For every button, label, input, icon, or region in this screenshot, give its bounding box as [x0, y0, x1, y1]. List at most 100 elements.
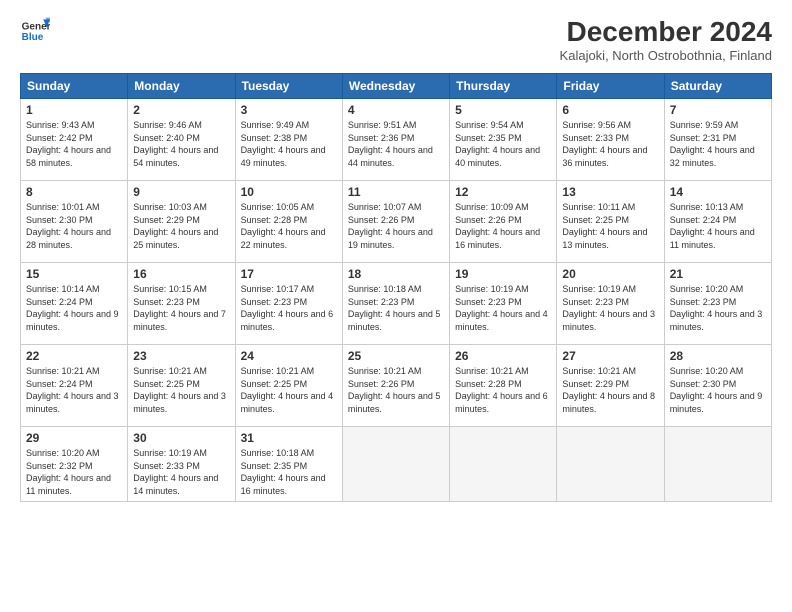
day-number: 22 [26, 349, 122, 363]
calendar-cell: 28 Sunrise: 10:20 AMSunset: 2:30 PMDaylig… [664, 345, 771, 427]
calendar-cell: 4 Sunrise: 9:51 AMSunset: 2:36 PMDaylight… [342, 99, 449, 181]
cell-details: Sunrise: 10:15 AMSunset: 2:23 PMDaylight… [133, 283, 229, 333]
day-number: 17 [241, 267, 337, 281]
cell-details: Sunrise: 10:18 AMSunset: 2:35 PMDaylight… [241, 447, 337, 497]
calendar-cell: 1Sunrise: 9:43 AMSunset: 2:42 PMDaylight… [21, 99, 128, 181]
calendar-week-row: 1Sunrise: 9:43 AMSunset: 2:42 PMDaylight… [21, 99, 772, 181]
cell-details: Sunrise: 10:14 AMSunset: 2:24 PMDaylight… [26, 283, 122, 333]
day-number: 18 [348, 267, 444, 281]
day-number: 5 [455, 103, 551, 117]
day-number: 20 [562, 267, 658, 281]
day-number: 4 [348, 103, 444, 117]
cell-details: Sunrise: 10:19 AMSunset: 2:23 PMDaylight… [562, 283, 658, 333]
title-block: December 2024 Kalajoki, North Ostrobothn… [560, 16, 772, 63]
calendar-cell: 18 Sunrise: 10:18 AMSunset: 2:23 PMDaylig… [342, 263, 449, 345]
logo-icon: General Blue [20, 16, 50, 46]
cell-details: Sunrise: 10:03 AMSunset: 2:29 PMDaylight… [133, 201, 229, 251]
logo: General Blue [20, 16, 50, 46]
cell-details: Sunrise: 9:46 AMSunset: 2:40 PMDaylight:… [133, 119, 229, 169]
day-number: 6 [562, 103, 658, 117]
cell-details: Sunrise: 9:56 AMSunset: 2:33 PMDaylight:… [562, 119, 658, 169]
day-number: 8 [26, 185, 122, 199]
day-number: 28 [670, 349, 766, 363]
calendar-cell: 6 Sunrise: 9:56 AMSunset: 2:33 PMDaylight… [557, 99, 664, 181]
calendar-cell: 14 Sunrise: 10:13 AMSunset: 2:24 PMDaylig… [664, 181, 771, 263]
calendar-cell [664, 427, 771, 502]
calendar-cell: 26Sunrise: 10:21 AMSunset: 2:28 PMDaylig… [450, 345, 557, 427]
cell-details: Sunrise: 10:17 AMSunset: 2:23 PMDaylight… [241, 283, 337, 333]
calendar-day-header: Friday [557, 74, 664, 99]
cell-details: Sunrise: 10:21 AMSunset: 2:29 PMDaylight… [562, 365, 658, 415]
cell-details: Sunrise: 10:21 AMSunset: 2:25 PMDaylight… [241, 365, 337, 415]
calendar-cell: 11 Sunrise: 10:07 AMSunset: 2:26 PMDaylig… [342, 181, 449, 263]
calendar-cell: 17 Sunrise: 10:17 AMSunset: 2:23 PMDaylig… [235, 263, 342, 345]
calendar-week-row: 29 Sunrise: 10:20 AMSunset: 2:32 PMDaylig… [21, 427, 772, 502]
calendar-cell: 9 Sunrise: 10:03 AMSunset: 2:29 PMDayligh… [128, 181, 235, 263]
header: General Blue December 2024 Kalajoki, Nor… [20, 16, 772, 63]
cell-details: Sunrise: 10:20 AMSunset: 2:30 PMDaylight… [670, 365, 766, 415]
calendar-cell: 25 Sunrise: 10:21 AMSunset: 2:26 PMDaylig… [342, 345, 449, 427]
day-number: 30 [133, 431, 229, 445]
day-number: 10 [241, 185, 337, 199]
day-number: 19 [455, 267, 551, 281]
calendar-cell: 22 Sunrise: 10:21 AMSunset: 2:24 PMDaylig… [21, 345, 128, 427]
calendar-cell: 29 Sunrise: 10:20 AMSunset: 2:32 PMDaylig… [21, 427, 128, 502]
cell-details: Sunrise: 10:05 AMSunset: 2:28 PMDaylight… [241, 201, 337, 251]
day-number: 27 [562, 349, 658, 363]
cell-details: Sunrise: 10:18 AMSunset: 2:23 PMDaylight… [348, 283, 444, 333]
cell-details: Sunrise: 10:20 AMSunset: 2:32 PMDaylight… [26, 447, 122, 497]
calendar-cell: 27 Sunrise: 10:21 AMSunset: 2:29 PMDaylig… [557, 345, 664, 427]
day-number: 9 [133, 185, 229, 199]
calendar-cell [557, 427, 664, 502]
calendar-cell: 20 Sunrise: 10:19 AMSunset: 2:23 PMDaylig… [557, 263, 664, 345]
calendar-cell: 13Sunrise: 10:11 AMSunset: 2:25 PMDaylig… [557, 181, 664, 263]
day-number: 13 [562, 185, 658, 199]
calendar-header-row: SundayMondayTuesdayWednesdayThursdayFrid… [21, 74, 772, 99]
day-number: 26 [455, 349, 551, 363]
day-number: 2 [133, 103, 229, 117]
calendar-cell: 5 Sunrise: 9:54 AMSunset: 2:35 PMDaylight… [450, 99, 557, 181]
calendar-cell: 8 Sunrise: 10:01 AMSunset: 2:30 PMDayligh… [21, 181, 128, 263]
calendar-day-header: Tuesday [235, 74, 342, 99]
day-number: 1 [26, 103, 122, 117]
cell-details: Sunrise: 10:07 AMSunset: 2:26 PMDaylight… [348, 201, 444, 251]
cell-details: Sunrise: 10:01 AMSunset: 2:30 PMDaylight… [26, 201, 122, 251]
day-number: 29 [26, 431, 122, 445]
cell-details: Sunrise: 9:59 AMSunset: 2:31 PMDaylight:… [670, 119, 766, 169]
calendar-week-row: 8 Sunrise: 10:01 AMSunset: 2:30 PMDayligh… [21, 181, 772, 263]
day-number: 14 [670, 185, 766, 199]
cell-details: Sunrise: 9:51 AMSunset: 2:36 PMDaylight:… [348, 119, 444, 169]
calendar-day-header: Thursday [450, 74, 557, 99]
calendar-cell: 31Sunrise: 10:18 AMSunset: 2:35 PMDaylig… [235, 427, 342, 502]
cell-details: Sunrise: 10:20 AMSunset: 2:23 PMDaylight… [670, 283, 766, 333]
day-number: 25 [348, 349, 444, 363]
calendar-cell: 2 Sunrise: 9:46 AMSunset: 2:40 PMDaylight… [128, 99, 235, 181]
day-number: 12 [455, 185, 551, 199]
page: General Blue December 2024 Kalajoki, Nor… [0, 0, 792, 612]
cell-details: Sunrise: 10:19 AMSunset: 2:33 PMDaylight… [133, 447, 229, 497]
svg-text:Blue: Blue [22, 32, 44, 43]
calendar-week-row: 22 Sunrise: 10:21 AMSunset: 2:24 PMDaylig… [21, 345, 772, 427]
cell-details: Sunrise: 10:13 AMSunset: 2:24 PMDaylight… [670, 201, 766, 251]
day-number: 16 [133, 267, 229, 281]
cell-details: Sunrise: 9:49 AMSunset: 2:38 PMDaylight:… [241, 119, 337, 169]
calendar-cell: 12Sunrise: 10:09 AMSunset: 2:26 PMDaylig… [450, 181, 557, 263]
calendar-cell [342, 427, 449, 502]
cell-details: Sunrise: 10:21 AMSunset: 2:25 PMDaylight… [133, 365, 229, 415]
calendar-cell: 16 Sunrise: 10:15 AMSunset: 2:23 PMDaylig… [128, 263, 235, 345]
cell-details: Sunrise: 10:21 AMSunset: 2:26 PMDaylight… [348, 365, 444, 415]
cell-details: Sunrise: 9:54 AMSunset: 2:35 PMDaylight:… [455, 119, 551, 169]
day-number: 15 [26, 267, 122, 281]
calendar-day-header: Wednesday [342, 74, 449, 99]
cell-details: Sunrise: 10:21 AMSunset: 2:24 PMDaylight… [26, 365, 122, 415]
calendar-cell: 24Sunrise: 10:21 AMSunset: 2:25 PMDaylig… [235, 345, 342, 427]
calendar-cell: 30 Sunrise: 10:19 AMSunset: 2:33 PMDaylig… [128, 427, 235, 502]
calendar-cell: 7 Sunrise: 9:59 AMSunset: 2:31 PMDaylight… [664, 99, 771, 181]
calendar-cell: 3Sunrise: 9:49 AMSunset: 2:38 PMDaylight… [235, 99, 342, 181]
calendar-cell: 23Sunrise: 10:21 AMSunset: 2:25 PMDaylig… [128, 345, 235, 427]
page-title: December 2024 [560, 16, 772, 48]
day-number: 11 [348, 185, 444, 199]
page-subtitle: Kalajoki, North Ostrobothnia, Finland [560, 48, 772, 63]
day-number: 7 [670, 103, 766, 117]
calendar-cell [450, 427, 557, 502]
